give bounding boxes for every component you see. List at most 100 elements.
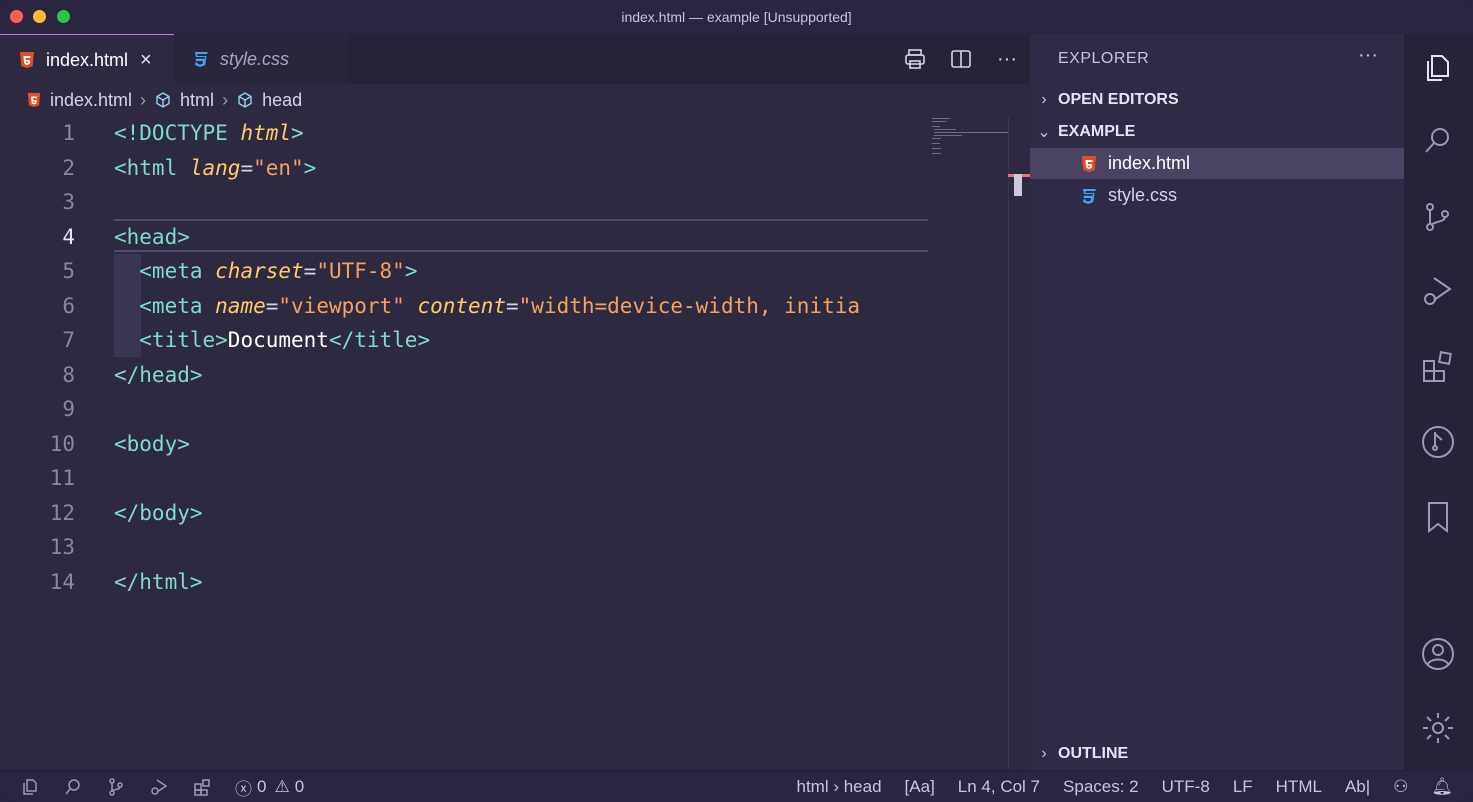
problems-indicator[interactable]: ⓧ 0 ⚠ 0: [235, 775, 304, 800]
chevron-right-icon: ›: [1041, 745, 1047, 762]
code-line[interactable]: <meta charset="UTF-8">: [114, 254, 928, 289]
code-line[interactable]: </head>: [114, 358, 928, 393]
section-open-editors[interactable]: › OPEN EDITORS: [1030, 85, 1404, 115]
code-line[interactable]: <title>Document</title>: [114, 323, 928, 358]
tab-index-html[interactable]: index.html ×: [0, 34, 174, 85]
editor-actions: ···: [892, 34, 1030, 84]
vertical-scrollbar[interactable]: [1008, 116, 1031, 770]
explorer-header: EXPLORER: [1058, 50, 1150, 67]
run-debug-icon[interactable]: [1420, 274, 1456, 310]
breadcrumb-head[interactable]: head: [236, 90, 302, 111]
code-line[interactable]: <body>: [114, 427, 928, 462]
bookmarks-icon[interactable]: [1420, 499, 1456, 535]
line-number: 13: [49, 535, 75, 559]
line-number: 11: [49, 466, 75, 490]
breadcrumb-file[interactable]: index.html: [26, 90, 132, 111]
html5-icon: [20, 52, 34, 68]
chevron-down-icon: ⌄: [1037, 124, 1051, 141]
chevron-right-icon: ›: [1041, 91, 1047, 108]
search-icon[interactable]: [63, 777, 83, 797]
symbol-element-icon: [156, 92, 170, 108]
close-tab-icon[interactable]: ×: [140, 49, 152, 72]
chevron-right-icon: ›: [140, 89, 147, 110]
status-spell[interactable]: Ab|: [1345, 777, 1370, 797]
line-number: 3: [62, 190, 75, 214]
status-cursor-position[interactable]: Ln 4, Col 7: [958, 777, 1040, 797]
status-language-mode[interactable]: HTML: [1276, 777, 1322, 797]
code-line[interactable]: [114, 530, 928, 565]
more-actions-icon[interactable]: ···: [995, 47, 1019, 71]
line-number: 1: [62, 121, 75, 145]
editor-tab-bar: index.html × style.css ···: [0, 34, 1030, 85]
line-number: 6: [62, 293, 75, 318]
line-number: 8: [62, 362, 75, 387]
breadcrumb: index.html › html › head: [0, 84, 1030, 116]
extensions-icon[interactable]: [1420, 349, 1456, 385]
status-breadcrumb[interactable]: html › head: [797, 777, 882, 797]
status-indentation[interactable]: Spaces: 2: [1063, 777, 1139, 797]
status-right: html › head [Aa] Ln 4, Col 7 Spaces: 2 U…: [774, 771, 1454, 802]
file-index-html[interactable]: index.html: [1030, 148, 1404, 179]
git-graph-icon[interactable]: [1420, 424, 1456, 460]
error-icon: ⓧ: [235, 779, 252, 799]
file-style-css[interactable]: style.css: [1030, 180, 1404, 211]
code-line[interactable]: <!DOCTYPE html>: [114, 116, 928, 151]
line-number: 10: [49, 431, 75, 456]
notifications-bell-icon[interactable]: 🔔︎: [1431, 777, 1453, 797]
minimap[interactable]: [928, 116, 1008, 770]
section-example[interactable]: ⌄ EXAMPLE: [1030, 117, 1404, 147]
status-left: ⓧ 0 ⚠ 0: [20, 771, 304, 802]
line-number-gutter: 1 2 3 4 5 6 7 8 9 10 11 12 13 14: [0, 116, 95, 599]
vscode-window: index.html — example [Unsupported] index…: [0, 0, 1473, 802]
warning-icon: ⚠: [274, 777, 290, 796]
account-icon[interactable]: [1420, 636, 1456, 672]
code-lines[interactable]: <!DOCTYPE html> <html lang="en"> <head> …: [114, 116, 928, 599]
status-eol[interactable]: LF: [1233, 777, 1253, 797]
breadcrumb-html[interactable]: html: [154, 90, 214, 111]
html5-icon: [1082, 155, 1096, 172]
html5-icon: [27, 92, 41, 108]
status-match-case[interactable]: [Aa]: [905, 777, 935, 797]
explorer-icon[interactable]: [1420, 50, 1456, 86]
section-outline[interactable]: › OUTLINE: [1030, 739, 1404, 769]
explorer-icon[interactable]: [20, 777, 40, 797]
code-line[interactable]: [114, 461, 928, 496]
code-line[interactable]: [114, 185, 928, 220]
tab-label: style.css: [220, 48, 290, 69]
activity-bar: [1404, 34, 1473, 770]
line-number: 12: [49, 500, 75, 525]
css3-icon: [195, 52, 208, 67]
code-line[interactable]: </body>: [114, 496, 928, 531]
source-control-icon[interactable]: [106, 777, 126, 797]
line-number: 14: [49, 569, 75, 594]
explorer-sidebar: EXPLORER ··· › OPEN EDITORS ⌄ EXAMPLE in…: [1030, 34, 1404, 770]
settings-gear-icon[interactable]: [1420, 710, 1456, 746]
code-line[interactable]: <meta name="viewport" content="width=dev…: [114, 289, 928, 324]
title-bar: index.html — example [Unsupported]: [0, 0, 1473, 35]
status-bar: ⓧ 0 ⚠ 0 html › head [Aa] Ln 4, Col 7 Spa…: [0, 770, 1473, 802]
code-line[interactable]: [114, 392, 928, 427]
search-icon[interactable]: [1420, 123, 1456, 159]
window-title: index.html — example [Unsupported]: [621, 9, 852, 25]
code-line[interactable]: </html>: [114, 565, 928, 600]
feedback-icon[interactable]: ⚇: [1393, 777, 1408, 797]
tab-style-css[interactable]: style.css: [174, 34, 348, 84]
source-control-icon[interactable]: [1420, 199, 1456, 235]
scrollbar-thumb[interactable]: [1014, 174, 1022, 196]
line-number: 9: [62, 397, 75, 421]
code-line-current[interactable]: <head>: [114, 220, 928, 255]
extensions-icon[interactable]: [192, 777, 212, 797]
line-number: 5: [62, 259, 75, 283]
print-icon[interactable]: [903, 47, 927, 71]
minimap-preview: [932, 118, 1008, 154]
chevron-right-icon: ›: [222, 89, 229, 110]
split-editor-icon[interactable]: [949, 47, 973, 71]
status-encoding[interactable]: UTF-8: [1162, 777, 1210, 797]
code-editor[interactable]: 1 2 3 4 5 6 7 8 9 10 11 12 13 14 <!DOCTY…: [0, 116, 1030, 770]
more-actions-icon[interactable]: ···: [1358, 44, 1378, 67]
code-line[interactable]: <html lang="en">: [114, 151, 928, 186]
line-number-current: 4: [62, 224, 75, 249]
line-number: 7: [62, 328, 75, 352]
run-debug-icon[interactable]: [149, 777, 169, 797]
tab-label: index.html: [46, 49, 129, 70]
